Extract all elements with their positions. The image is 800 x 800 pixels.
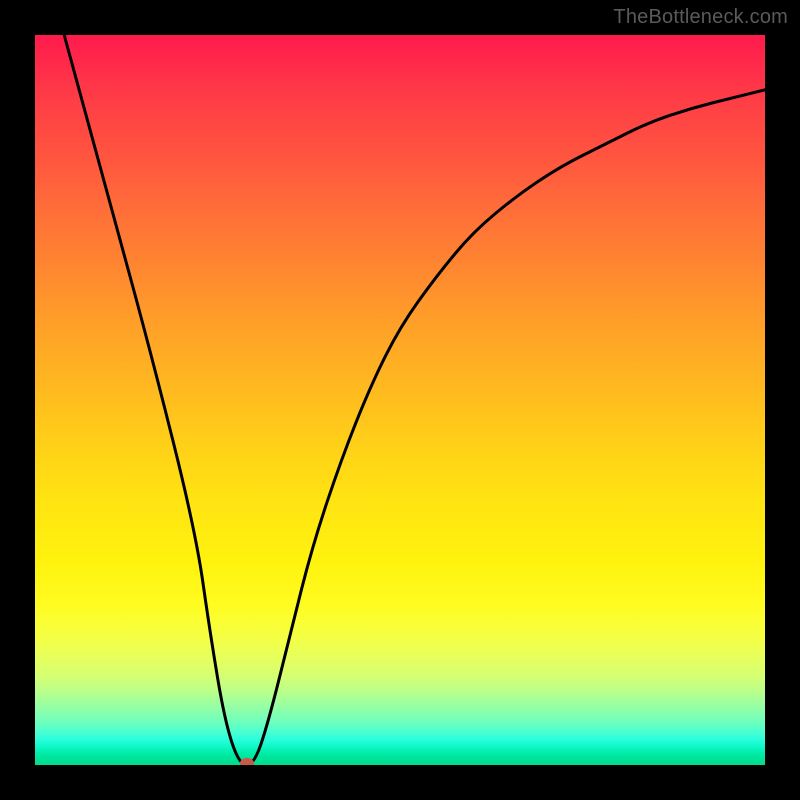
- optimal-point-marker: [240, 758, 254, 765]
- plot-area: [35, 35, 765, 765]
- watermark-text: TheBottleneck.com: [613, 6, 788, 29]
- bottleneck-curve: [35, 35, 765, 765]
- chart-frame: TheBottleneck.com: [0, 0, 800, 800]
- curve-path: [64, 35, 765, 765]
